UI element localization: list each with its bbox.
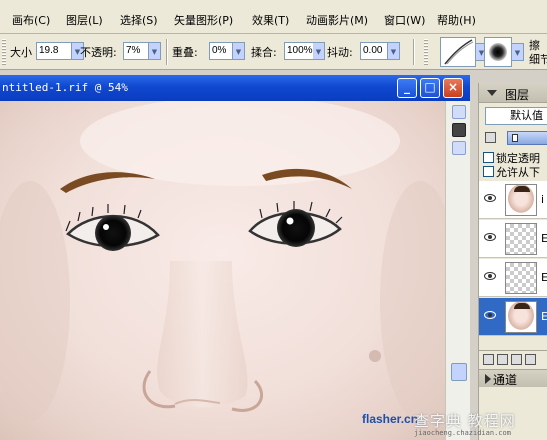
layer-thumbnail [505, 301, 537, 333]
toolbar-separator [166, 39, 168, 65]
allow-from-below-label: 允许从下 [496, 166, 540, 179]
layers-panel-title: 图层 [505, 88, 530, 102]
blend-field[interactable]: 100% [284, 42, 314, 60]
opacity-slider[interactable] [507, 131, 547, 145]
layers-panel: 图层 默认值 锁定透明 允许从下 i E E E 通道 [478, 83, 547, 440]
image-canvas[interactable] [0, 101, 445, 440]
layer-mode-icon[interactable] [485, 132, 496, 143]
channels-title: 通道 [493, 373, 518, 387]
blend-dropdown-icon[interactable]: ▼ [313, 42, 325, 60]
layer-name: E [541, 232, 547, 245]
toolbar-grip[interactable] [424, 39, 428, 65]
vertical-scrollbar[interactable] [445, 101, 470, 440]
menu-select[interactable]: 选择(S) [120, 12, 158, 28]
menu-canvas[interactable]: 画布(C) [12, 12, 50, 28]
channels-panel-header[interactable]: 通道 [479, 369, 547, 387]
menu-help[interactable]: 帮助(H) [437, 12, 476, 28]
scroll-tool-icon[interactable] [452, 141, 466, 155]
size-field[interactable]: 19.8 [36, 42, 72, 60]
blend-label: 揉合: [251, 46, 277, 59]
expand-triangle-icon[interactable] [483, 373, 493, 385]
brush-stroke-icon [444, 39, 474, 65]
close-button[interactable]: × [443, 78, 463, 98]
document-window: ntitled-1.rif @ 54% _ □ × [0, 75, 470, 440]
minimize-button[interactable]: _ [397, 78, 417, 98]
new-layer-icon[interactable] [483, 354, 494, 365]
overlap-dropdown-icon[interactable]: ▼ [233, 42, 245, 60]
menu-window[interactable]: 窗口(W) [384, 12, 425, 28]
layer-effects-icon[interactable] [525, 354, 536, 365]
soft-brush-icon [489, 43, 507, 61]
allow-from-below-row[interactable]: 允许从下 [483, 164, 547, 179]
document-title: ntitled-1.rif @ 54% [2, 81, 128, 94]
layer-thumbnail [505, 223, 537, 255]
face-artwork [0, 101, 445, 421]
layer-name: E [541, 271, 547, 284]
opacity-label: 不透明: [80, 46, 117, 59]
jitter-dropdown-icon[interactable]: ▼ [388, 42, 400, 60]
scroll-up-button[interactable] [452, 105, 466, 119]
lock-transparency-checkbox[interactable] [483, 152, 494, 163]
maximize-button[interactable]: □ [420, 78, 440, 98]
layer-thumbnail [505, 184, 537, 216]
document-titlebar[interactable]: ntitled-1.rif @ 54% _ □ × [0, 75, 470, 101]
opacity-field[interactable]: 7% [123, 42, 149, 60]
jitter-field[interactable]: 0.00 [360, 42, 388, 60]
layer-group-icon[interactable] [497, 354, 508, 365]
eye-icon[interactable] [484, 272, 496, 280]
slider-handle[interactable] [512, 134, 518, 142]
eye-icon[interactable] [484, 194, 496, 202]
layer-name: E [541, 310, 547, 323]
layer-row-selected[interactable]: E [479, 298, 547, 336]
menu-vector[interactable]: 矢量图形(P) [174, 12, 233, 28]
jitter-label: 抖动: [327, 46, 353, 59]
layers-panel-header[interactable]: 图层 [479, 83, 547, 103]
panel-tool-icon[interactable] [452, 123, 466, 137]
brush-softness-preview[interactable] [484, 37, 512, 67]
lock-transparency-row[interactable]: 锁定透明 [483, 150, 547, 165]
menu-bar: 画布(C) 图层(L) 选择(S) 矢量图形(P) 效果(T) 动画影片(M) … [0, 0, 547, 34]
right-label-2: 细节 [529, 53, 547, 66]
brush-stroke-preview[interactable] [440, 37, 476, 67]
size-label: 大小 [10, 46, 32, 59]
overlap-label: 重叠: [172, 46, 198, 59]
layer-preset-select[interactable]: 默认值 [485, 107, 547, 125]
site-url-watermark: jiaocheng.chazidian.com [414, 429, 511, 437]
menu-layer[interactable]: 图层(L) [66, 12, 103, 28]
layer-row[interactable]: E [479, 220, 547, 258]
collapse-triangle-icon[interactable] [485, 86, 499, 100]
layer-thumbnail [505, 262, 537, 294]
overlap-field[interactable]: 0% [209, 42, 233, 60]
opacity-dropdown-icon[interactable]: ▼ [149, 42, 161, 60]
allow-from-below-checkbox[interactable] [483, 166, 494, 177]
eye-icon[interactable] [484, 311, 496, 319]
toolbar-separator [413, 39, 415, 65]
layer-row[interactable]: E [479, 259, 547, 297]
layer-name: i [541, 193, 545, 206]
menu-movie[interactable]: 动画影片(M) [306, 12, 368, 28]
scroll-thumb[interactable] [451, 363, 467, 381]
menu-effects[interactable]: 效果(T) [252, 12, 289, 28]
toolbar-grip[interactable] [2, 39, 6, 65]
softness-dropdown-icon[interactable]: ▼ [512, 43, 524, 61]
layer-tools-bar [479, 350, 547, 368]
site-watermark: 查字典 教程网 [414, 412, 516, 430]
flasher-watermark: flasher.cn [362, 412, 419, 426]
layer-mask-icon[interactable] [511, 354, 522, 365]
eye-icon[interactable] [484, 233, 496, 241]
layer-row[interactable]: i [479, 181, 547, 219]
